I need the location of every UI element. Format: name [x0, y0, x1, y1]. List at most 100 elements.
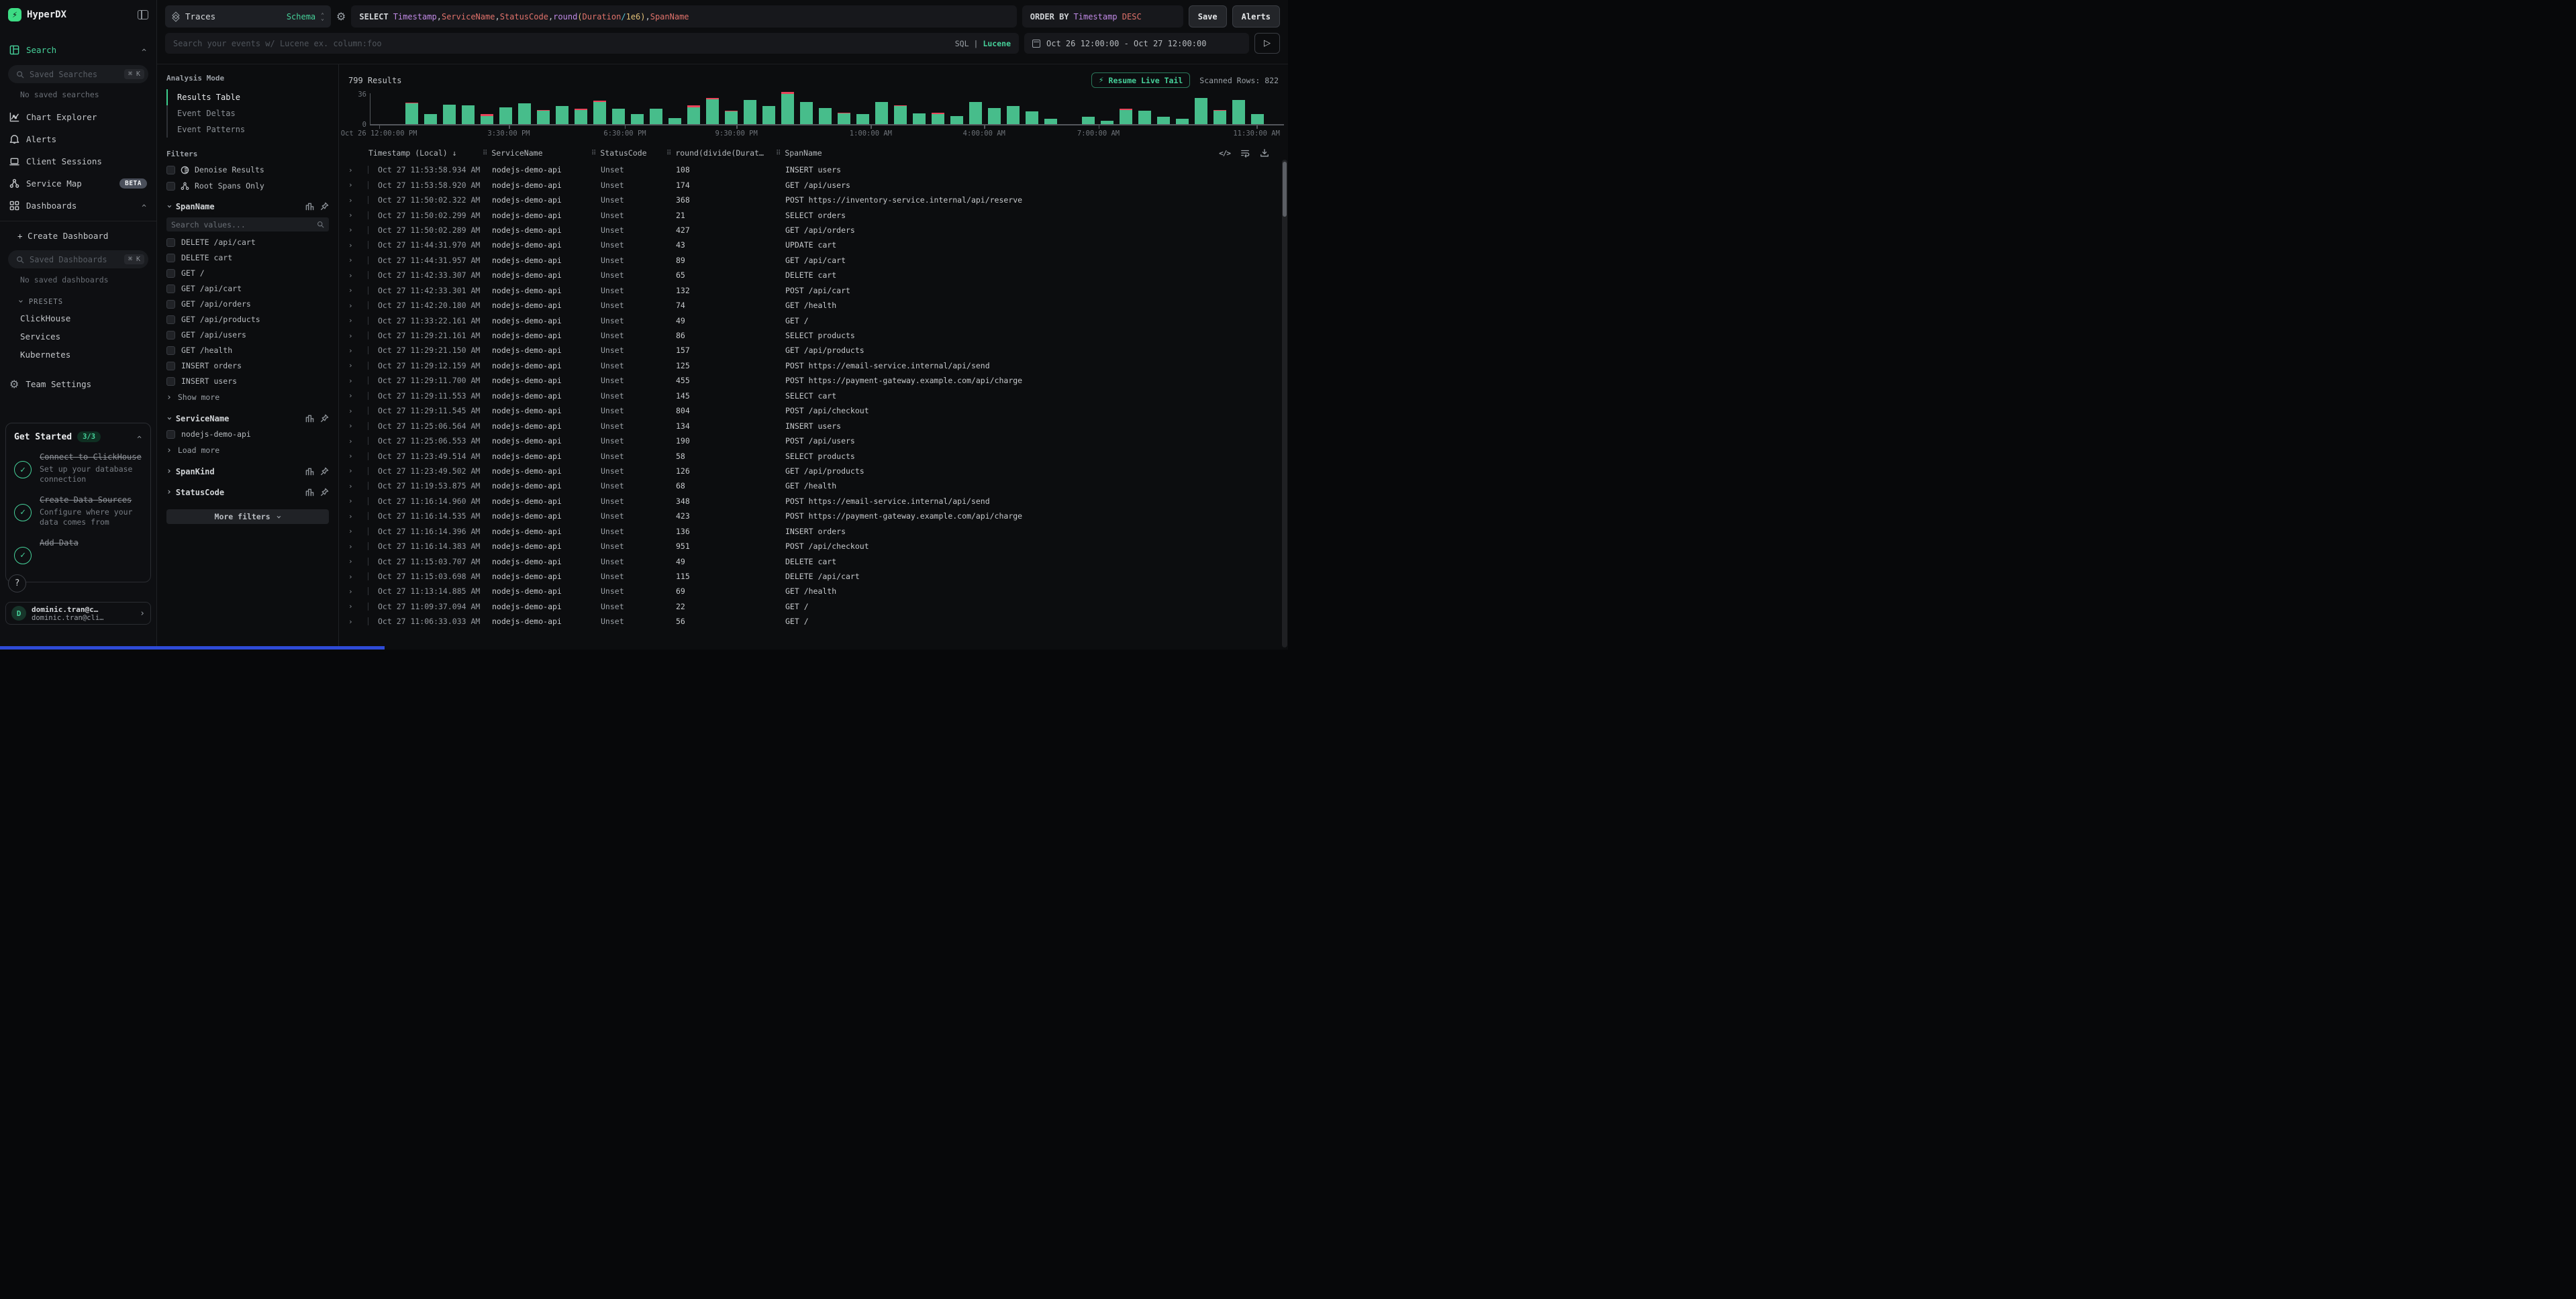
- checkbox[interactable]: [166, 346, 175, 355]
- row-expander[interactable]: ›: [348, 256, 368, 264]
- spanname-value-item[interactable]: INSERT users: [166, 376, 329, 386]
- row-expander[interactable]: ›: [348, 512, 368, 521]
- expand-chevron-icon[interactable]: ›: [348, 225, 358, 234]
- row-expander[interactable]: ›: [348, 527, 368, 535]
- table-row[interactable]: ›Oct 27 11:13:14.885 AMnodejs-demo-apiUn…: [348, 584, 1288, 599]
- expand-chevron-icon[interactable]: ›: [348, 180, 358, 189]
- row-expander[interactable]: ›: [348, 196, 368, 205]
- checkbox[interactable]: [166, 182, 175, 191]
- bar-chart-icon[interactable]: [305, 488, 314, 497]
- row-expander[interactable]: ›: [348, 391, 368, 400]
- preset-item-services[interactable]: Services: [0, 327, 156, 346]
- saved-dashboards-input[interactable]: Saved Dashboards ⌘ K: [8, 250, 148, 268]
- checkbox[interactable]: [166, 315, 175, 324]
- servicename-load-more[interactable]: ›Load more: [166, 446, 329, 456]
- root-spans-only-toggle[interactable]: Root Spans Only: [166, 181, 329, 191]
- spanname-value-item[interactable]: DELETE cart: [166, 253, 329, 262]
- table-row[interactable]: ›Oct 27 11:29:12.159 AMnodejs-demo-apiUn…: [348, 358, 1288, 373]
- checkbox[interactable]: [166, 377, 175, 386]
- table-row[interactable]: ›Oct 27 11:29:11.700 AMnodejs-demo-apiUn…: [348, 373, 1288, 388]
- help-button[interactable]: ?: [8, 574, 26, 592]
- row-expander[interactable]: ›: [348, 452, 368, 460]
- row-expander[interactable]: ›: [348, 211, 368, 219]
- sidebar-item-chart-explorer[interactable]: Chart Explorer: [0, 106, 156, 128]
- expand-chevron-icon[interactable]: ›: [348, 497, 358, 505]
- more-filters-button[interactable]: More filters ›: [166, 509, 329, 524]
- row-expander[interactable]: ›: [348, 421, 368, 430]
- table-row[interactable]: ›Oct 27 11:53:58.920 AMnodejs-demo-apiUn…: [348, 177, 1288, 192]
- resume-live-tail-button[interactable]: ⚡ Resume Live Tail: [1091, 72, 1191, 88]
- vertical-scrollbar[interactable]: [1282, 160, 1287, 647]
- checkbox[interactable]: [166, 362, 175, 370]
- sidebar-item-alerts[interactable]: Alerts: [0, 128, 156, 150]
- expand-chevron-icon[interactable]: ›: [348, 572, 358, 581]
- save-button[interactable]: Save: [1189, 5, 1227, 28]
- table-row[interactable]: ›Oct 27 11:15:03.698 AMnodejs-demo-apiUn…: [348, 569, 1288, 584]
- checkbox[interactable]: [166, 238, 175, 247]
- checkbox[interactable]: [166, 430, 175, 439]
- expand-chevron-icon[interactable]: ›: [348, 452, 358, 460]
- checkbox[interactable]: [166, 166, 175, 174]
- table-row[interactable]: ›Oct 27 11:16:14.960 AMnodejs-demo-apiUn…: [348, 494, 1288, 509]
- expand-chevron-icon[interactable]: ›: [348, 286, 358, 295]
- row-expander[interactable]: ›: [348, 542, 368, 551]
- table-row[interactable]: ›Oct 27 11:42:33.301 AMnodejs-demo-apiUn…: [348, 283, 1288, 298]
- spanname-value-item[interactable]: GET /api/cart: [166, 284, 329, 293]
- expand-chevron-icon[interactable]: ›: [348, 482, 358, 490]
- presets-toggle[interactable]: ›PRESETS: [0, 291, 156, 309]
- chevron-up-icon[interactable]: ›: [140, 203, 150, 209]
- row-expander[interactable]: ›: [348, 437, 368, 446]
- sidebar-item-search[interactable]: Search ›: [0, 39, 156, 61]
- table-row[interactable]: ›Oct 27 11:50:02.322 AMnodejs-demo-apiUn…: [348, 193, 1288, 207]
- row-expander[interactable]: ›: [348, 587, 368, 596]
- column-header-spanname[interactable]: ⠿SpanName: [776, 148, 1279, 158]
- alerts-button[interactable]: Alerts: [1232, 5, 1280, 28]
- filter-group-statuscode[interactable]: › StatusCode: [166, 487, 329, 497]
- filter-group-spanname[interactable]: › SpanName: [166, 201, 329, 211]
- row-expander[interactable]: ›: [348, 557, 368, 566]
- checkbox[interactable]: [166, 331, 175, 340]
- source-settings-gear-icon[interactable]: ⚙: [336, 10, 346, 23]
- filter-group-servicename[interactable]: › ServiceName: [166, 413, 329, 423]
- expand-chevron-icon[interactable]: ›: [348, 587, 358, 596]
- download-icon[interactable]: [1260, 148, 1269, 158]
- table-row[interactable]: ›Oct 27 11:29:21.161 AMnodejs-demo-apiUn…: [348, 328, 1288, 343]
- sidebar-item-team-settings[interactable]: ⚙ Team Settings: [0, 372, 156, 397]
- table-row[interactable]: ›Oct 27 11:44:31.957 AMnodejs-demo-apiUn…: [348, 253, 1288, 268]
- row-expander[interactable]: ›: [348, 602, 368, 611]
- row-expander[interactable]: ›: [348, 497, 368, 505]
- bar-chart-icon[interactable]: [305, 467, 314, 476]
- event-search-input[interactable]: Search your events w/ Lucene ex. column:…: [165, 33, 1019, 54]
- spanname-search-input[interactable]: Search values...: [166, 217, 329, 231]
- wrap-lines-icon[interactable]: [1240, 148, 1250, 158]
- bar-chart-icon[interactable]: [305, 414, 314, 423]
- get-started-step[interactable]: ✓Create Data SourcesConfigure where your…: [14, 495, 142, 528]
- row-expander[interactable]: ›: [348, 225, 368, 234]
- row-expander[interactable]: ›: [348, 346, 368, 355]
- column-header-statuscode[interactable]: ⠿StatusCode: [591, 148, 666, 158]
- row-expander[interactable]: ›: [348, 286, 368, 295]
- spanname-value-item[interactable]: GET /api/users: [166, 330, 329, 340]
- expand-chevron-icon[interactable]: ›: [348, 437, 358, 446]
- expand-chevron-icon[interactable]: ›: [348, 602, 358, 611]
- expand-chevron-icon[interactable]: ›: [348, 331, 358, 340]
- expand-chevron-icon[interactable]: ›: [348, 361, 358, 370]
- table-row[interactable]: ›Oct 27 11:25:06.553 AMnodejs-demo-apiUn…: [348, 433, 1288, 448]
- table-row[interactable]: ›Oct 27 11:53:58.934 AMnodejs-demo-apiUn…: [348, 162, 1288, 177]
- table-row[interactable]: ›Oct 27 11:29:21.150 AMnodejs-demo-apiUn…: [348, 343, 1288, 358]
- sidebar-item-service-map[interactable]: Service Map BETA: [0, 172, 156, 195]
- spanname-show-more[interactable]: ›Show more: [166, 393, 329, 403]
- collapse-sidebar-icon[interactable]: [138, 10, 148, 19]
- column-header-servicename[interactable]: ⠿ServiceName: [483, 148, 591, 158]
- order-by-input[interactable]: ORDER BY Timestamp DESC: [1022, 5, 1183, 28]
- spanname-value-item[interactable]: GET /api/products: [166, 315, 329, 324]
- table-row[interactable]: ›Oct 27 11:19:53.875 AMnodejs-demo-apiUn…: [348, 478, 1288, 493]
- table-row[interactable]: ›Oct 27 11:25:06.564 AMnodejs-demo-apiUn…: [348, 418, 1288, 433]
- checkbox[interactable]: [166, 300, 175, 309]
- analysis-mode-event-deltas[interactable]: Event Deltas: [166, 105, 329, 121]
- table-row[interactable]: ›Oct 27 11:44:31.970 AMnodejs-demo-apiUn…: [348, 238, 1288, 252]
- sidebar-item-dashboards[interactable]: Dashboards ›: [0, 195, 156, 217]
- expand-chevron-icon[interactable]: ›: [348, 527, 358, 535]
- column-header-duration[interactable]: ⠿round(divide(Durat…: [666, 148, 776, 158]
- table-row[interactable]: ›Oct 27 11:50:02.289 AMnodejs-demo-apiUn…: [348, 223, 1288, 238]
